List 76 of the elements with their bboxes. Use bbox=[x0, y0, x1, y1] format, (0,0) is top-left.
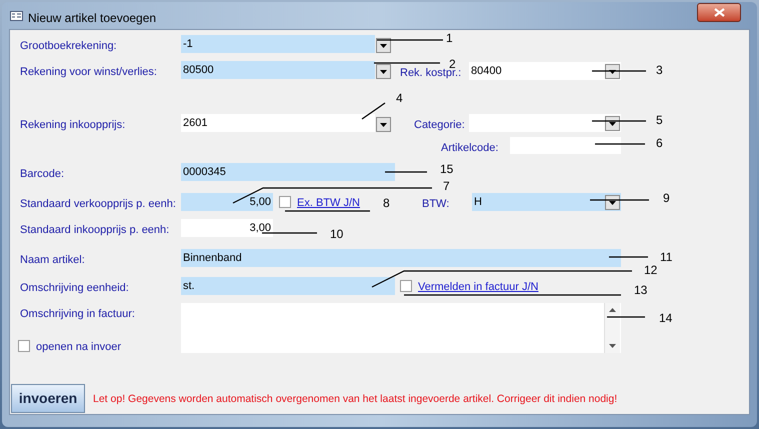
memo-field[interactable] bbox=[181, 303, 621, 353]
leader-line bbox=[362, 102, 386, 120]
close-icon bbox=[714, 8, 724, 17]
scroll-up-icon[interactable] bbox=[609, 308, 616, 312]
callout-number: 11 bbox=[660, 249, 672, 266]
leader-line bbox=[590, 199, 649, 201]
callout-number: 14 bbox=[659, 310, 672, 327]
leader-line bbox=[262, 232, 317, 234]
leader-line bbox=[374, 62, 440, 64]
field-label: Rekening inkoopprijs: bbox=[20, 118, 126, 133]
scroll-down-icon[interactable] bbox=[609, 344, 616, 348]
combo-box[interactable]: 80500 bbox=[181, 61, 375, 79]
window-title: Nieuw artikel toevoegen bbox=[28, 10, 156, 27]
combo-box[interactable]: 80400 bbox=[469, 62, 621, 80]
callout-number: 1 bbox=[446, 30, 453, 47]
field-label: Standaard verkoopprijs p. eenh: bbox=[20, 197, 176, 212]
scrollbar[interactable] bbox=[604, 303, 620, 353]
callout-number: 4 bbox=[396, 90, 403, 107]
caret-icon bbox=[609, 200, 616, 204]
dropdown-button[interactable] bbox=[376, 117, 391, 132]
checkbox-label: openen na invoer bbox=[36, 340, 122, 355]
callout-number: 3 bbox=[656, 62, 663, 79]
combo-box[interactable]: -1 bbox=[181, 35, 375, 53]
caret-icon bbox=[609, 70, 616, 74]
field-label: Standaard inkoopprijs p. eenh: bbox=[20, 223, 170, 238]
form-icon bbox=[10, 11, 23, 21]
input-field[interactable]: 5,00 bbox=[181, 193, 273, 211]
leader-line bbox=[385, 171, 427, 173]
field-label: Omschrijving in factuur: bbox=[20, 307, 135, 322]
invoeren-button[interactable]: invoeren bbox=[11, 384, 85, 413]
input-field[interactable]: Binnenband bbox=[181, 249, 621, 267]
close-button[interactable] bbox=[697, 3, 741, 22]
field-label: Barcode: bbox=[20, 167, 64, 182]
checkbox-link[interactable]: Vermelden in factuur J/N bbox=[418, 279, 538, 296]
caret-icon bbox=[380, 122, 387, 126]
checkbox-link[interactable]: Ex. BTW J/N bbox=[297, 195, 360, 212]
leader-line bbox=[377, 39, 443, 41]
input-field[interactable] bbox=[510, 137, 621, 154]
callout-number: 15 bbox=[440, 161, 454, 178]
field-label: Grootboekrekening: bbox=[20, 39, 117, 54]
input-field[interactable]: 3,00 bbox=[181, 219, 273, 237]
callout-number: 6 bbox=[656, 135, 663, 152]
callout-number: 7 bbox=[443, 178, 450, 195]
dropdown-button[interactable] bbox=[605, 64, 620, 79]
caret-icon bbox=[380, 44, 387, 48]
field-label: BTW: bbox=[422, 197, 450, 212]
checkbox[interactable] bbox=[279, 196, 291, 208]
leader-line bbox=[592, 70, 646, 72]
callout-number: 8 bbox=[383, 195, 390, 212]
combo-box[interactable]: H bbox=[472, 193, 621, 211]
field-label: Artikelcode: bbox=[441, 141, 498, 156]
callout-number: 5 bbox=[656, 112, 663, 129]
leader-line bbox=[607, 316, 645, 318]
callout-number: 9 bbox=[663, 190, 670, 207]
leader-line bbox=[595, 143, 645, 145]
dropdown-button[interactable] bbox=[605, 116, 620, 131]
dropdown-button[interactable] bbox=[376, 64, 391, 79]
checkbox[interactable] bbox=[400, 280, 412, 292]
callout-number: 10 bbox=[330, 226, 344, 243]
dropdown-button[interactable] bbox=[376, 38, 391, 53]
caret-icon bbox=[380, 70, 387, 74]
leader-line bbox=[592, 120, 646, 122]
field-label: Omschrijving eenheid: bbox=[20, 281, 129, 296]
field-label: Categorie: bbox=[414, 118, 465, 133]
field-label: Rekening voor winst/verlies: bbox=[20, 65, 157, 80]
callout-number: 12 bbox=[644, 262, 658, 279]
input-field[interactable]: st. bbox=[181, 277, 395, 295]
caret-icon bbox=[609, 122, 616, 126]
warning-message: Let op! Gegevens worden automatisch overgenomen van het laatst ingevoerde artikel. Corrigeer dit indien nodig! bbox=[93, 392, 618, 407]
combo-box[interactable]: 2601 bbox=[181, 114, 375, 132]
leader-line bbox=[609, 256, 648, 258]
input-field[interactable]: 0000345 bbox=[181, 163, 395, 181]
checkbox[interactable] bbox=[18, 340, 30, 352]
field-label: Naam artikel: bbox=[20, 253, 85, 268]
dropdown-button[interactable] bbox=[605, 195, 620, 210]
callout-number: 13 bbox=[634, 282, 648, 299]
